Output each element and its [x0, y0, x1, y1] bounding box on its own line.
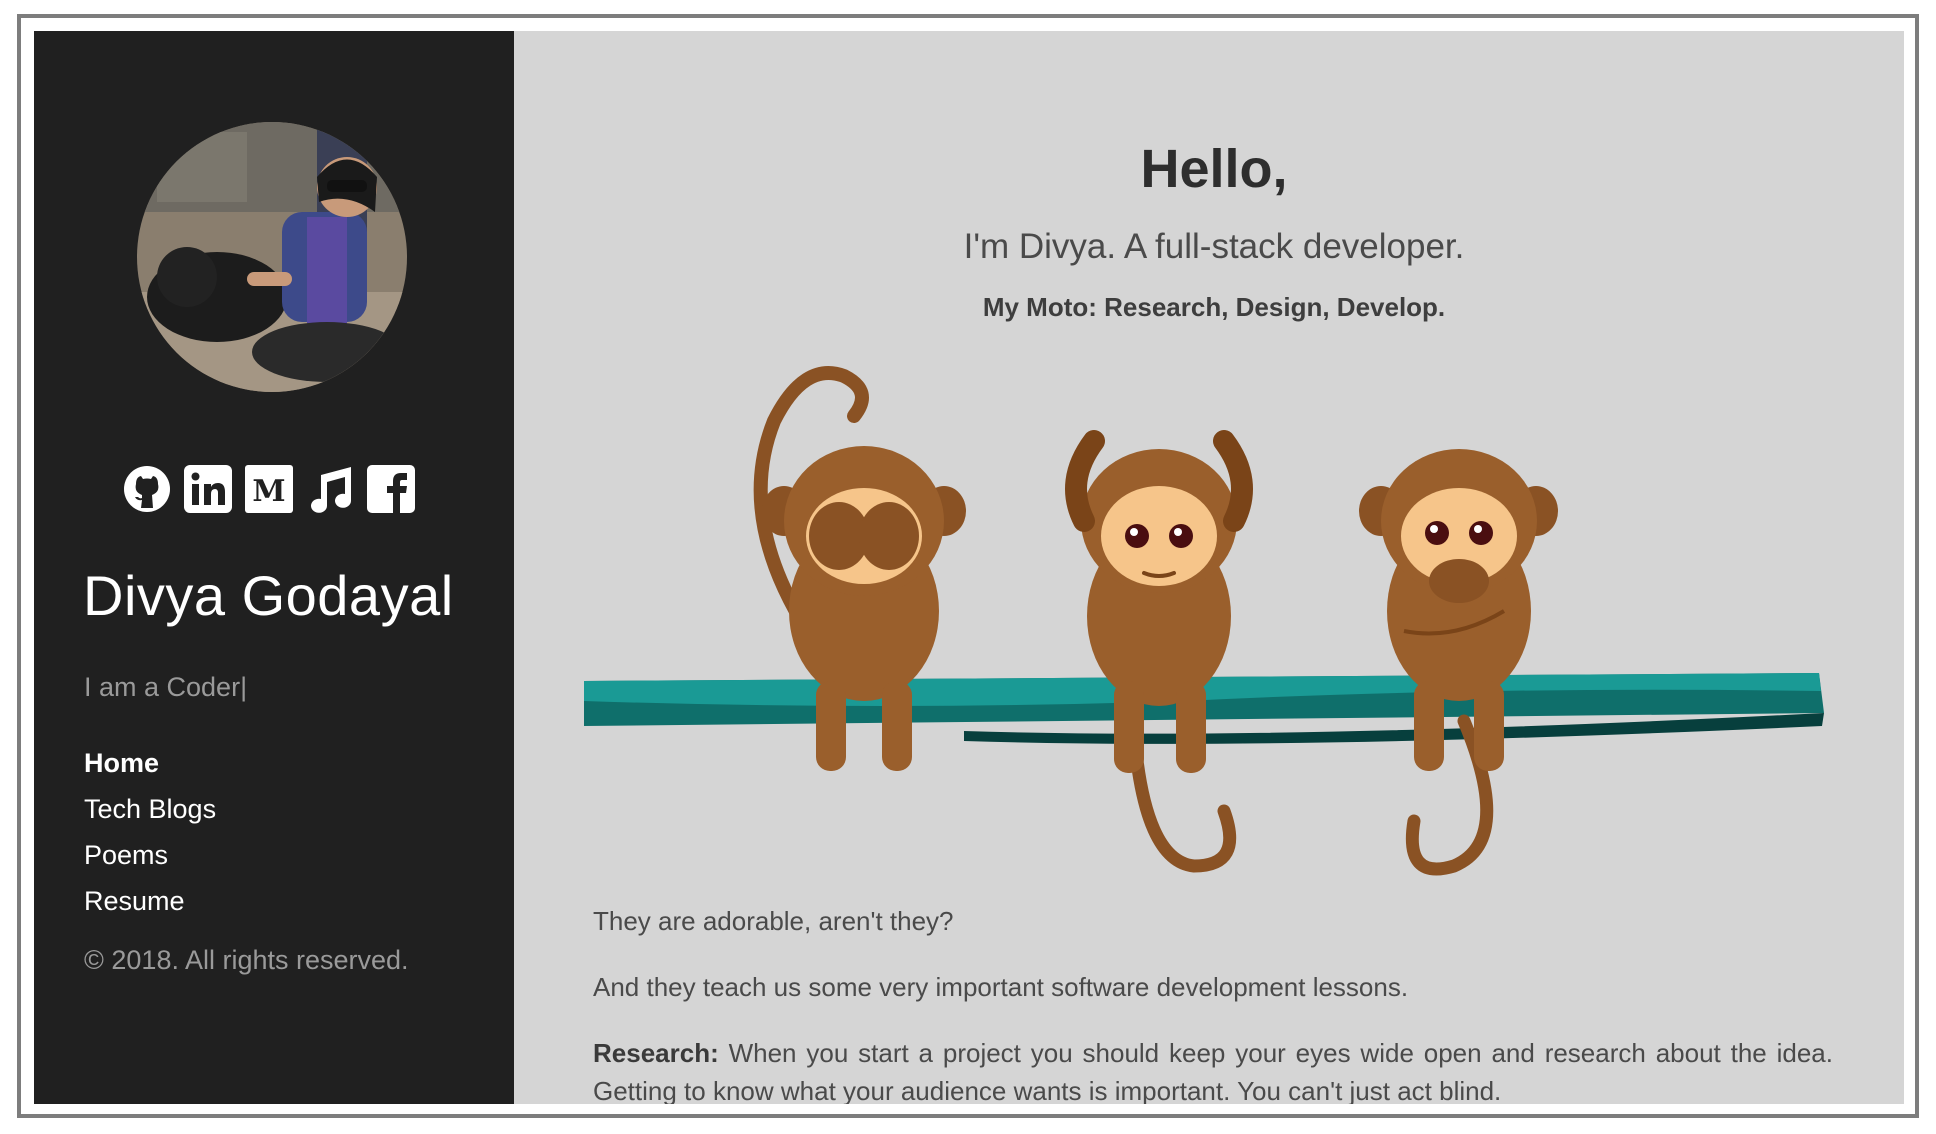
- sidebar: M Divya Godayal I am a Coder| Home Tech …: [34, 31, 514, 1104]
- research-text: When you start a project you should keep…: [593, 1038, 1833, 1104]
- main-nav: Home Tech Blogs Poems Resume: [84, 740, 216, 924]
- facebook-icon[interactable]: [366, 463, 416, 515]
- paragraph-lessons: And they teach us some very important so…: [593, 972, 1409, 1002]
- monkey-speak-no-evil: [1359, 449, 1558, 876]
- main-content: Hello, I'm Divya. A full-stack developer…: [514, 31, 1904, 1104]
- avatar: [137, 122, 407, 392]
- nav-item-poems[interactable]: Poems: [84, 832, 216, 878]
- paragraph-adorable: They are adorable, aren't they?: [593, 906, 954, 936]
- linkedin-icon[interactable]: [183, 463, 233, 515]
- social-links: M: [122, 463, 416, 515]
- copyright: © 2018. All rights reserved.: [84, 945, 409, 975]
- nav-item-tech-blogs[interactable]: Tech Blogs: [84, 786, 216, 832]
- moto-text: My Moto: Research, Design, Develop.: [982, 292, 1446, 322]
- intro-text: I'm Divya. A full-stack developer.: [963, 227, 1465, 266]
- author-name: Divya Godayal: [83, 564, 454, 627]
- nav-item-resume[interactable]: Resume: [84, 878, 216, 924]
- tagline: I am a Coder|: [84, 672, 248, 702]
- nav-item-home[interactable]: Home: [84, 740, 216, 786]
- paragraph-research: Research: When you start a project you s…: [593, 1034, 1833, 1104]
- medium-icon[interactable]: M: [244, 463, 294, 515]
- svg-text:M: M: [252, 474, 285, 509]
- three-monkeys-illustration: [584, 366, 1824, 876]
- greeting-heading: Hello,: [1140, 139, 1288, 199]
- github-icon[interactable]: [122, 463, 172, 515]
- research-label: Research:: [593, 1038, 719, 1068]
- monkey-hear-no-evil: [1065, 430, 1253, 873]
- music-icon[interactable]: [305, 463, 355, 515]
